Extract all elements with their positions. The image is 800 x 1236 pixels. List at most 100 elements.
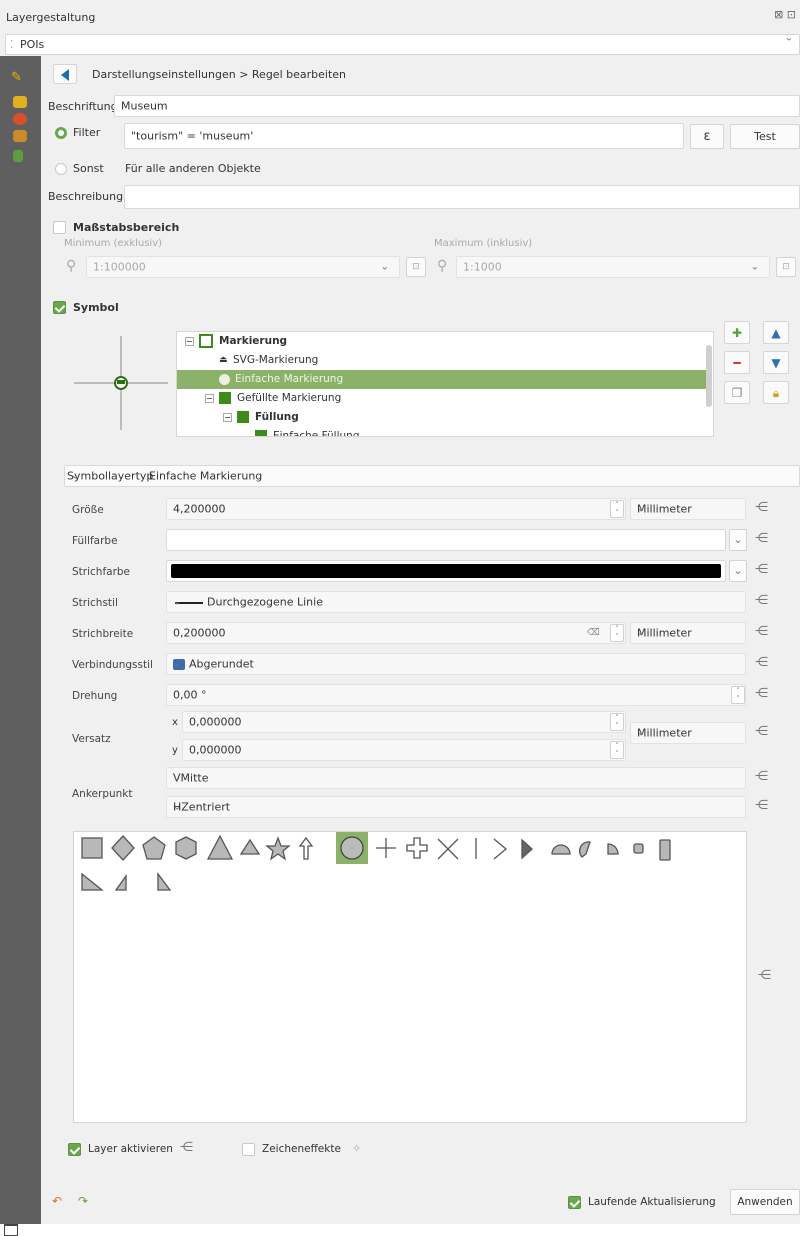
enable-layer-checkbox[interactable] [68, 1143, 81, 1156]
tree-item-simple-marker[interactable]: Einfache Markierung [177, 370, 707, 389]
labels-icon[interactable] [13, 96, 27, 108]
collapse-icon[interactable] [205, 394, 214, 403]
add-layer-button[interactable]: ✚ [724, 321, 750, 344]
lock-icon[interactable]: 🔒︎ [763, 381, 789, 404]
data-defined-override-icon[interactable]: ⋲ [755, 798, 768, 813]
data-defined-override-icon[interactable]: ⋲ [755, 769, 768, 784]
apply-button[interactable]: Anwenden [730, 1189, 800, 1215]
marker-shapes-svg[interactable] [74, 832, 748, 902]
panel-dock-icons[interactable]: ⊠ ⊡ [774, 8, 796, 21]
min-scale-current-button[interactable]: ⊡ [406, 257, 426, 277]
draw-effects-checkbox[interactable] [242, 1143, 255, 1156]
data-defined-override-icon[interactable]: ⋲ [755, 593, 768, 608]
stroke-width-unit-combobox[interactable]: Millimeter ⌄ [630, 622, 746, 644]
layer-combobox[interactable]: ⁚ POIs ⌄ [5, 32, 800, 55]
else-text: Für alle anderen Objekte [125, 162, 261, 175]
redo-icon[interactable]: ↷ [78, 1194, 88, 1208]
offset-y-spinner[interactable]: ˄ ˅ [610, 741, 624, 759]
clear-icon[interactable]: ⌫ [587, 628, 600, 638]
tree-item-svg-marker[interactable]: ⏏ SVG-Markierung [177, 351, 707, 370]
move-up-button[interactable]: ▲ [763, 321, 789, 344]
join-style-combobox[interactable]: Abgerundet ⌄ [166, 653, 746, 675]
tree-item-marker[interactable]: Markierung [177, 332, 707, 351]
fill-color-dropdown[interactable]: ⌄ [729, 529, 747, 551]
data-defined-override-icon[interactable]: ⋲ [755, 624, 768, 639]
data-defined-override-icon[interactable]: ⋲ [755, 655, 768, 670]
shape-star [265, 836, 291, 861]
data-defined-override-icon[interactable]: ⋲ [755, 562, 768, 577]
join-style-caption: Verbindungsstil [72, 659, 153, 671]
size-input[interactable]: 4,200000 [166, 498, 626, 520]
shape-cross-fill [406, 837, 428, 859]
tree-item-label: Einfache Markierung [235, 373, 344, 385]
max-scale-combobox[interactable]: 1:1000 ⌄ [456, 256, 770, 278]
duplicate-layer-button[interactable]: ❐ [724, 381, 750, 404]
tree-item-filled-marker[interactable]: Gefüllte Markierung [177, 389, 707, 408]
min-scale-combobox[interactable]: 1:100000 ⌄ [86, 256, 400, 278]
undock-icon[interactable] [4, 1224, 18, 1236]
anchor-vertical-combobox[interactable]: VMitte ⌄ [166, 767, 746, 789]
chevron-down-icon: ⌄ [784, 32, 793, 44]
tree-item-simple-fill[interactable]: Einfache Füllung [177, 427, 707, 437]
expression-builder-button[interactable]: ε [690, 124, 724, 149]
offset-x-spinner[interactable]: ˄ ˅ [610, 713, 624, 731]
collapse-icon[interactable] [185, 337, 194, 346]
effects-star-icon[interactable]: ✧ [352, 1142, 361, 1155]
offset-unit-combobox[interactable]: Millimeter ⌄ [630, 722, 746, 744]
history-icon[interactable] [13, 150, 23, 162]
max-scale-value: 1:1000 [463, 260, 502, 274]
tree-item-label: Einfache Füllung [273, 430, 360, 437]
data-defined-override-icon[interactable]: ⋲ [180, 1140, 193, 1155]
data-defined-override-icon[interactable]: ⋲ [755, 500, 768, 515]
symbol-checkbox[interactable] [53, 301, 66, 314]
shape-cross [376, 838, 396, 858]
live-update-label: Laufende Aktualisierung [588, 1196, 716, 1208]
filter-expression-input[interactable]: "tourism" = 'museum' [124, 123, 684, 149]
shape-arrowhead [493, 838, 508, 860]
breadcrumb-text: Darstellungseinstellungen > Regel bearbe… [92, 68, 346, 81]
enable-layer-label: Layer aktivieren [88, 1143, 173, 1155]
chevron-down-icon: ⌄ [173, 772, 182, 784]
chevron-down-icon: ⌄ [750, 261, 759, 273]
else-radio[interactable] [55, 163, 67, 175]
symbol-layer-type-combobox[interactable]: Symbollayertyp Einfache Markierung ⌄ [64, 465, 800, 487]
rotation-input[interactable]: 0,00 ° [166, 684, 746, 706]
stroke-width-spinner[interactable]: ˄ ˅ [610, 624, 624, 642]
diagrams-icon[interactable] [13, 113, 27, 125]
collapse-icon[interactable] [223, 413, 232, 422]
symbology-brush-icon[interactable]: ✎ [11, 70, 25, 85]
back-button[interactable] [53, 64, 77, 84]
stroke-color-button[interactable] [166, 560, 726, 582]
data-defined-override-icon[interactable]: ⋲ [755, 686, 768, 701]
data-defined-override-icon[interactable]: ⋲ [758, 968, 771, 983]
undo-icon[interactable]: ↶ [52, 1194, 62, 1208]
max-scale-current-button[interactable]: ⊡ [776, 257, 796, 277]
filter-radio[interactable] [55, 127, 67, 139]
tree-item-fill[interactable]: Füllung [177, 408, 707, 427]
anchor-horizontal-combobox[interactable]: HZentriert ⌄ [166, 796, 746, 818]
move-down-button[interactable]: ▼ [763, 351, 789, 374]
stroke-width-input[interactable]: 0,200000 ⌫ [166, 622, 626, 644]
offset-y-input[interactable]: 0,000000 [182, 739, 626, 761]
filled-marker-icon [219, 392, 231, 404]
label-input[interactable]: Museum [114, 95, 800, 117]
rotation-spinner[interactable]: ˄ ˅ [731, 686, 745, 704]
3d-view-icon[interactable] [13, 130, 27, 142]
size-spinner[interactable]: ˄ ˅ [610, 500, 624, 518]
symbol-layer-tree[interactable]: Markierung ⏏ SVG-Markierung Einfache Mar… [176, 331, 714, 437]
size-unit-combobox[interactable]: Millimeter ⌄ [630, 498, 746, 520]
stroke-style-combobox[interactable]: Durchgezogene Linie ⌄ [166, 591, 746, 613]
scale-range-title: Maßstabsbereich [73, 221, 180, 234]
test-button[interactable]: Test [730, 124, 800, 149]
description-input[interactable] [124, 185, 800, 209]
data-defined-override-icon[interactable]: ⋲ [755, 724, 768, 739]
data-defined-override-icon[interactable]: ⋲ [755, 531, 768, 546]
stroke-color-dropdown[interactable]: ⌄ [729, 560, 747, 582]
remove-layer-button[interactable]: ━ [724, 351, 750, 374]
scale-range-checkbox[interactable] [53, 221, 66, 234]
tree-scrollbar[interactable] [706, 345, 712, 407]
offset-x-input[interactable]: 0,000000 [182, 711, 626, 733]
fill-color-button[interactable] [166, 529, 726, 551]
marker-shape-list[interactable] [73, 831, 747, 1123]
live-update-checkbox[interactable] [568, 1196, 581, 1209]
